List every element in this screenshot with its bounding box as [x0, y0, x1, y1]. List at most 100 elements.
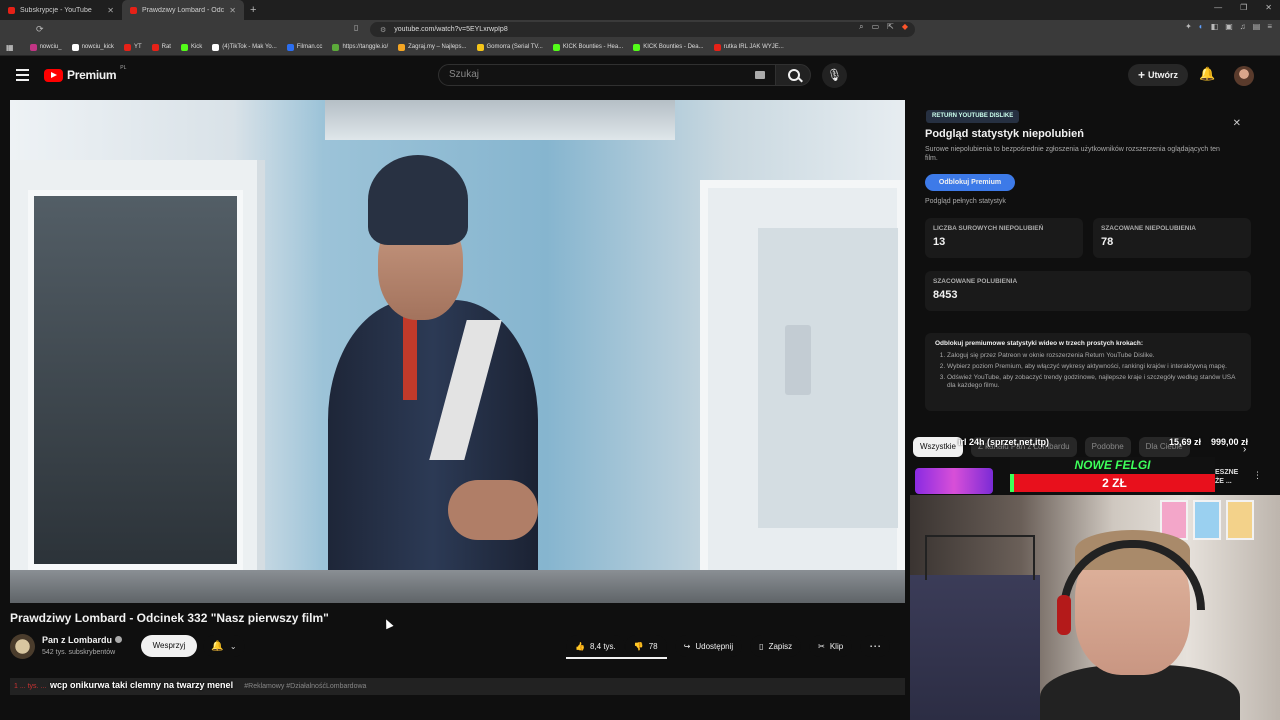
bookmark-item[interactable]: rutka IRL JAK WYJE... — [713, 43, 784, 51]
wallet-icon[interactable]: ▤ — [1253, 22, 1261, 31]
related-video-title[interactable]: ESZNE ŻE ... — [1215, 468, 1238, 486]
share-icon: ↪ — [683, 641, 691, 651]
bookmark-label: https://tanggle.io/ — [342, 44, 389, 50]
brave-shield-icon[interactable]: ◆ — [902, 22, 908, 32]
bookmark-item[interactable]: https://tanggle.io/ — [332, 43, 389, 51]
bookmark-star-icon[interactable]: ▯ — [354, 23, 358, 32]
extension-icon[interactable]: ◧ — [1211, 22, 1219, 31]
menu-icon[interactable]: ≡ — [1267, 22, 1272, 31]
close-window-icon[interactable]: ✕ — [1265, 3, 1272, 12]
bookmark-item[interactable]: KICK Bounties - Hea... — [552, 43, 623, 51]
bookmark-item[interactable]: Rat — [151, 43, 171, 51]
stat-estimated-dislikes: SZACOWANE NIEPOLUBIENIA 78 — [1093, 218, 1251, 258]
bookmark-item[interactable]: Zagraj.my – Najleps... — [398, 43, 467, 51]
tab-title: Subskrypcje - YouTube — [20, 6, 92, 14]
return-youtube-dislike-panel: RETURN YOUTUBE DISLIKE ✕ Podgląd statyst… — [918, 100, 1263, 425]
bookmark-item[interactable]: (4)TikTok - Mak Yo... — [212, 43, 277, 51]
bookmark-favicon-icon — [71, 43, 79, 51]
bookmark-item[interactable]: nowciu_ — [29, 43, 62, 51]
close-icon[interactable]: ✕ — [107, 6, 114, 15]
logo-region: PL — [120, 65, 127, 71]
notifications-bell-icon[interactable]: 🔔 — [1199, 66, 1215, 82]
bookmark-item[interactable]: KICK Bounties - Dea... — [633, 43, 704, 51]
extension-icon[interactable]: ▣ — [1225, 22, 1233, 31]
apps-grid-icon[interactable]: ▦ — [6, 43, 14, 52]
video-actions: 👍 8,4 tys. 👎 78 ↪ Udostępnij ▯ Zapisz ✂ … — [566, 635, 891, 659]
goal-label: irl 24h (sprzet,net,itp) — [958, 437, 1050, 447]
screen-icon[interactable]: ▭ — [872, 22, 880, 32]
reload-icon[interactable]: ⟳ — [36, 24, 44, 35]
stat-value: 13 — [933, 236, 946, 248]
bookmark-item[interactable]: nowciu_kick — [71, 43, 114, 51]
support-button[interactable]: Wesprzyj — [141, 635, 197, 657]
video-sticker — [785, 325, 811, 395]
create-button[interactable]: + Utwórz — [1128, 64, 1188, 86]
bookmark-item[interactable]: Kick — [180, 43, 202, 51]
video-window-frame — [325, 100, 675, 140]
chevron-down-icon: ⌄ — [229, 641, 237, 651]
stat-value: 78 — [1101, 236, 1114, 248]
youtube-premium-logo[interactable]: Premium PL — [44, 65, 127, 82]
extension-icon[interactable]: ✦ — [1185, 22, 1192, 31]
search-input[interactable]: Szukaj — [438, 64, 776, 86]
channel-avatar[interactable] — [10, 634, 35, 659]
bookmark-item[interactable]: Filman.cc — [286, 43, 322, 51]
save-label: Zapisz — [768, 641, 793, 651]
address-bar[interactable]: ⚙ youtube.com/watch?v=5EYLxrwpIp8 — [370, 22, 915, 37]
address-bar-actions: ⌕ ▭ ⇱ ◆ — [859, 22, 908, 32]
close-icon[interactable]: ✕ — [1233, 118, 1241, 129]
restore-icon[interactable]: ❐ — [1240, 3, 1247, 12]
minimize-icon[interactable]: — — [1214, 3, 1222, 12]
close-icon[interactable]: ✕ — [229, 6, 236, 15]
new-tab-icon[interactable]: + — [244, 4, 262, 16]
stream-caption: wcp onikurwa taki clemny na twarzy menel — [50, 680, 234, 690]
bookmark-item[interactable]: Gomorra (Serial TV... — [476, 43, 543, 51]
save-button[interactable]: ▯ Zapisz — [750, 635, 802, 657]
channel-name-text: Pan z Lombardu — [42, 635, 113, 645]
more-actions-icon[interactable]: ⋯ — [860, 635, 891, 657]
window-controls: — ❐ ✕ — [1214, 3, 1272, 12]
subscription-bell-button[interactable]: 🔔 ⌄ — [203, 635, 245, 657]
chip-all[interactable]: Wszystkie — [913, 437, 963, 457]
unlock-steps-box: Odblokuj premiumowe statystyki wideo w t… — [925, 333, 1251, 411]
search-button[interactable] — [775, 64, 811, 86]
dislike-button[interactable]: 👎 78 — [624, 635, 667, 657]
microphone-icon[interactable]: 🎙 — [822, 63, 847, 88]
more-vert-icon[interactable]: ⋮ — [1253, 470, 1262, 481]
browser-tab-bar: Subskrypcje - YouTube ✕ Prawdziwy Lombar… — [0, 0, 1280, 20]
goal-current: 15,69 zł — [1168, 437, 1201, 447]
account-avatar[interactable] — [1234, 66, 1254, 86]
bookmark-item[interactable]: YT — [123, 43, 142, 51]
video-player[interactable] — [10, 100, 905, 603]
keyboard-icon[interactable] — [755, 71, 765, 79]
like-button[interactable]: 👍 8,4 tys. — [566, 635, 625, 657]
ryd-tag: RETURN YOUTUBE DISLIKE — [926, 110, 1020, 123]
bookmark-favicon-icon — [29, 43, 37, 51]
extension-icon[interactable]: ◐ — [1199, 22, 1204, 31]
bookmark-label: KICK Bounties - Dea... — [643, 44, 704, 50]
share-page-icon[interactable]: ⇱ — [887, 22, 894, 32]
browser-tab-active[interactable]: Prawdziwy Lombard - Odcinek ✕ — [122, 0, 244, 20]
thumbs-down-icon: 👎 — [633, 641, 644, 651]
site-info-icon[interactable]: ⚙ — [380, 26, 386, 34]
stat-label: LICZBA SUROWYCH NIEPOLUBIEŃ — [933, 225, 1044, 232]
url-text: youtube.com/watch?v=5EYLxrwpIp8 — [394, 26, 508, 33]
zoom-icon[interactable]: ⌕ — [859, 22, 863, 32]
full-stats-link[interactable]: Podgląd pełnych statystyk — [925, 198, 1006, 205]
music-icon[interactable]: ♫ — [1240, 22, 1246, 31]
share-button[interactable]: ↪ Udostępnij — [674, 635, 743, 657]
bookmark-label: nowciu_kick — [81, 44, 114, 50]
related-video-thumbnail[interactable] — [915, 468, 993, 494]
video-title: Prawdziwy Lombard - Odcinek 332 "Nasz pi… — [10, 611, 329, 625]
step-item: Odśwież YouTube, aby zobaczyć trendy god… — [947, 374, 1241, 390]
clip-button[interactable]: ✂ Klip — [809, 635, 853, 657]
video-left-window — [10, 160, 265, 603]
bookmark-favicon-icon — [180, 43, 188, 51]
hamburger-menu-icon[interactable] — [16, 69, 29, 81]
ryd-title: Podgląd statystyk niepolubień — [925, 128, 1084, 140]
bookmark-favicon-icon — [286, 43, 294, 51]
channel-name[interactable]: Pan z Lombardu — [42, 635, 123, 645]
browser-tab[interactable]: Subskrypcje - YouTube ✕ — [0, 0, 122, 20]
unlock-premium-button[interactable]: Odblokuj Premium — [925, 174, 1015, 191]
logo-text: Premium — [67, 68, 117, 82]
